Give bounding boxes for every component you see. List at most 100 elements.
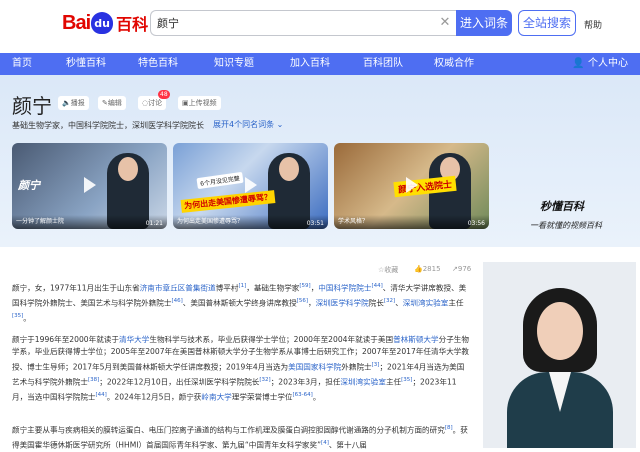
citation-ref[interactable]: [35]	[401, 377, 412, 383]
career-paragraph: 颜宁于1996年至2000年就读于清华大学生物科学与技术系，毕业后获得学士学位；…	[12, 334, 470, 404]
share-button[interactable]: ↗976	[452, 265, 471, 273]
research-paragraph: 颜宁主要从事与疾病相关的膜转运蛋白、电压门控离子通道的结构与工作机理及膜蛋白调控…	[12, 422, 470, 452]
enter-entry-button[interactable]: 进入词条	[456, 10, 512, 36]
text-run: 颜宁主要从事与疾病相关的膜转运蛋白、电压门控离子通道的结构与工作机理及膜蛋白调控…	[12, 425, 445, 435]
nav-item-partners[interactable]: 权威合作	[434, 53, 474, 75]
link-cas-academician[interactable]: 中国科学院院士	[318, 284, 371, 293]
text-run: 。	[312, 392, 321, 402]
text-run: 。2024年12月5日，颜宁获	[106, 392, 202, 402]
logo-bai-text: Bai	[62, 11, 91, 34]
person-face	[118, 157, 138, 181]
citation-ref[interactable]: [59]	[299, 283, 310, 289]
user-center-label: 个人中心	[588, 58, 628, 69]
paw-icon: du	[91, 12, 114, 34]
link-shenzhen-bay-lab[interactable]: 深圳湾实验室	[340, 377, 386, 386]
thumb-icon: 👍	[414, 265, 423, 273]
citation-ref[interactable]: [4]	[321, 440, 329, 446]
person-face	[279, 157, 299, 181]
text-run: 理学荣誉博士学位	[231, 392, 293, 402]
chevron-down-icon: ⌄	[276, 120, 284, 129]
video-overlay-sub: 6个月没见完整	[196, 171, 244, 190]
link-lingnan[interactable]: 岭南大学	[201, 392, 231, 401]
intro-paragraph: 颜宁，女，1977年11月出生于山东省济南市章丘区普集街道博平村[1]，基础生物…	[12, 280, 470, 325]
citation-ref[interactable]: [56]	[297, 298, 308, 304]
discuss-label: 讨论	[148, 99, 163, 107]
expand-homonyms-link[interactable]: 展开4个同名词条 ⌄	[213, 119, 283, 130]
citation-ref[interactable]: [35]	[12, 313, 23, 319]
text-run: 颜宁于1996年至2000年就读于	[12, 335, 119, 344]
video-card[interactable]: 6个月没见完整 为何出走美国惨遭辱骂？ 为何出走美国惨遭辱骂？ 03:51	[173, 143, 328, 229]
brand-slogan: 一看就懂的视频百科	[530, 221, 602, 230]
text-run: 。	[23, 313, 31, 323]
favorite-button[interactable]: ☆收藏	[378, 265, 398, 275]
video-caption: 一分钟了解颜士院	[12, 215, 167, 229]
favorite-label: 收藏	[384, 266, 399, 274]
text-run: 主任	[448, 298, 464, 308]
like-button[interactable]: 👍2815	[414, 265, 441, 273]
text-run: 颜宁，女，1977年11月出生于山东省	[12, 283, 140, 293]
video-icon: ▣	[182, 99, 189, 107]
link-tsinghua[interactable]: 清华大学	[119, 335, 149, 344]
play-icon[interactable]	[406, 177, 418, 193]
play-audio-label: 播报	[70, 99, 85, 107]
search-input[interactable]	[150, 10, 456, 36]
upload-video-button[interactable]: ▣上传视频	[178, 96, 221, 110]
citation-ref[interactable]: [63-64]	[293, 392, 313, 398]
text-run: 博平村	[215, 283, 239, 293]
citation-ref[interactable]: [46]	[171, 298, 182, 304]
citation-ref[interactable]: [32]	[384, 298, 395, 304]
citation-ref[interactable]: [32]	[259, 377, 270, 383]
share-count: 976	[457, 265, 472, 273]
text-run: 院长	[368, 298, 384, 308]
play-audio-button[interactable]: 🔈播报	[58, 96, 89, 110]
baidu-baike-logo[interactable]: Bai du 百科	[62, 10, 148, 36]
logo-baike-text: 百科	[116, 15, 149, 34]
citation-ref[interactable]: [8]	[445, 425, 453, 431]
like-count: 2815	[422, 265, 441, 273]
text-run: 外籍院士	[341, 362, 372, 372]
play-icon[interactable]	[245, 177, 257, 193]
video-duration: 03:56	[467, 220, 485, 227]
clear-icon[interactable]: ✕	[438, 16, 452, 30]
text-run: ，	[307, 298, 316, 308]
video-card[interactable]: 颜宁 一分钟了解颜士院 01:21	[12, 143, 167, 229]
nav-item-team[interactable]: 百科团队	[363, 53, 403, 75]
nav-item-miaodong[interactable]: 秒懂百科	[66, 53, 106, 75]
portrait-image[interactable]	[483, 262, 636, 448]
speaker-icon: 🔈	[62, 99, 71, 107]
portrait-face	[537, 302, 583, 360]
play-icon[interactable]	[84, 177, 96, 193]
text-run: ，基础生物学家	[246, 283, 300, 293]
link-shenzhen-bay-lab[interactable]: 深圳湾实验室	[403, 298, 449, 307]
brand-title: 秒懂百科	[540, 200, 584, 213]
main-navbar: 首页 秒懂百科 特色百科 知识专题 加入百科 百科团队 权威合作 👤 个人中心	[0, 53, 640, 75]
nav-item-topics[interactable]: 知识专题	[214, 53, 254, 75]
video-caption: 学术风格？	[334, 215, 489, 229]
video-duration: 01:21	[145, 220, 163, 227]
link-jinan[interactable]: 济南市章丘区普集街道	[140, 284, 216, 293]
video-card[interactable]: 颜宁入选院士 学术风格？ 03:56	[334, 143, 489, 229]
link-princeton[interactable]: 普林斯顿大学	[393, 335, 439, 344]
edit-label: 编辑	[107, 99, 122, 107]
expand-homonyms-label: 展开4个同名词条	[213, 120, 275, 129]
edit-button[interactable]: ✎编辑	[98, 96, 126, 110]
link-nas[interactable]: 美国国家科学院	[288, 362, 341, 371]
video-caption: 为何出走美国惨遭辱骂？	[173, 215, 328, 229]
citation-ref[interactable]: [44]	[96, 392, 107, 398]
site-search-button[interactable]: 全站搜索	[518, 10, 576, 36]
nav-item-join[interactable]: 加入百科	[290, 53, 330, 75]
citation-ref[interactable]: [38]	[88, 377, 99, 383]
text-run: ；2022年12月10日，出任深圳医学科学院院长	[99, 377, 260, 387]
user-center-link[interactable]: 👤 个人中心	[572, 53, 628, 75]
nav-item-home[interactable]: 首页	[12, 53, 32, 75]
video-duration: 03:51	[306, 220, 324, 227]
citation-ref[interactable]: [44]	[371, 283, 382, 289]
nav-item-featured[interactable]: 特色百科	[138, 53, 178, 75]
discuss-count-badge: 48	[158, 90, 170, 99]
text-run: 、	[395, 298, 403, 308]
text-run: 、美国普林斯顿大学终身讲席教授	[182, 298, 297, 308]
video-overlay-name: 颜宁	[18, 179, 40, 192]
link-smart[interactable]: 深圳医学科学院	[316, 298, 369, 307]
miaodong-brand[interactable]: 秒懂百科 一看就懂的视频百科	[514, 198, 634, 238]
help-link[interactable]: 帮助	[584, 18, 602, 31]
